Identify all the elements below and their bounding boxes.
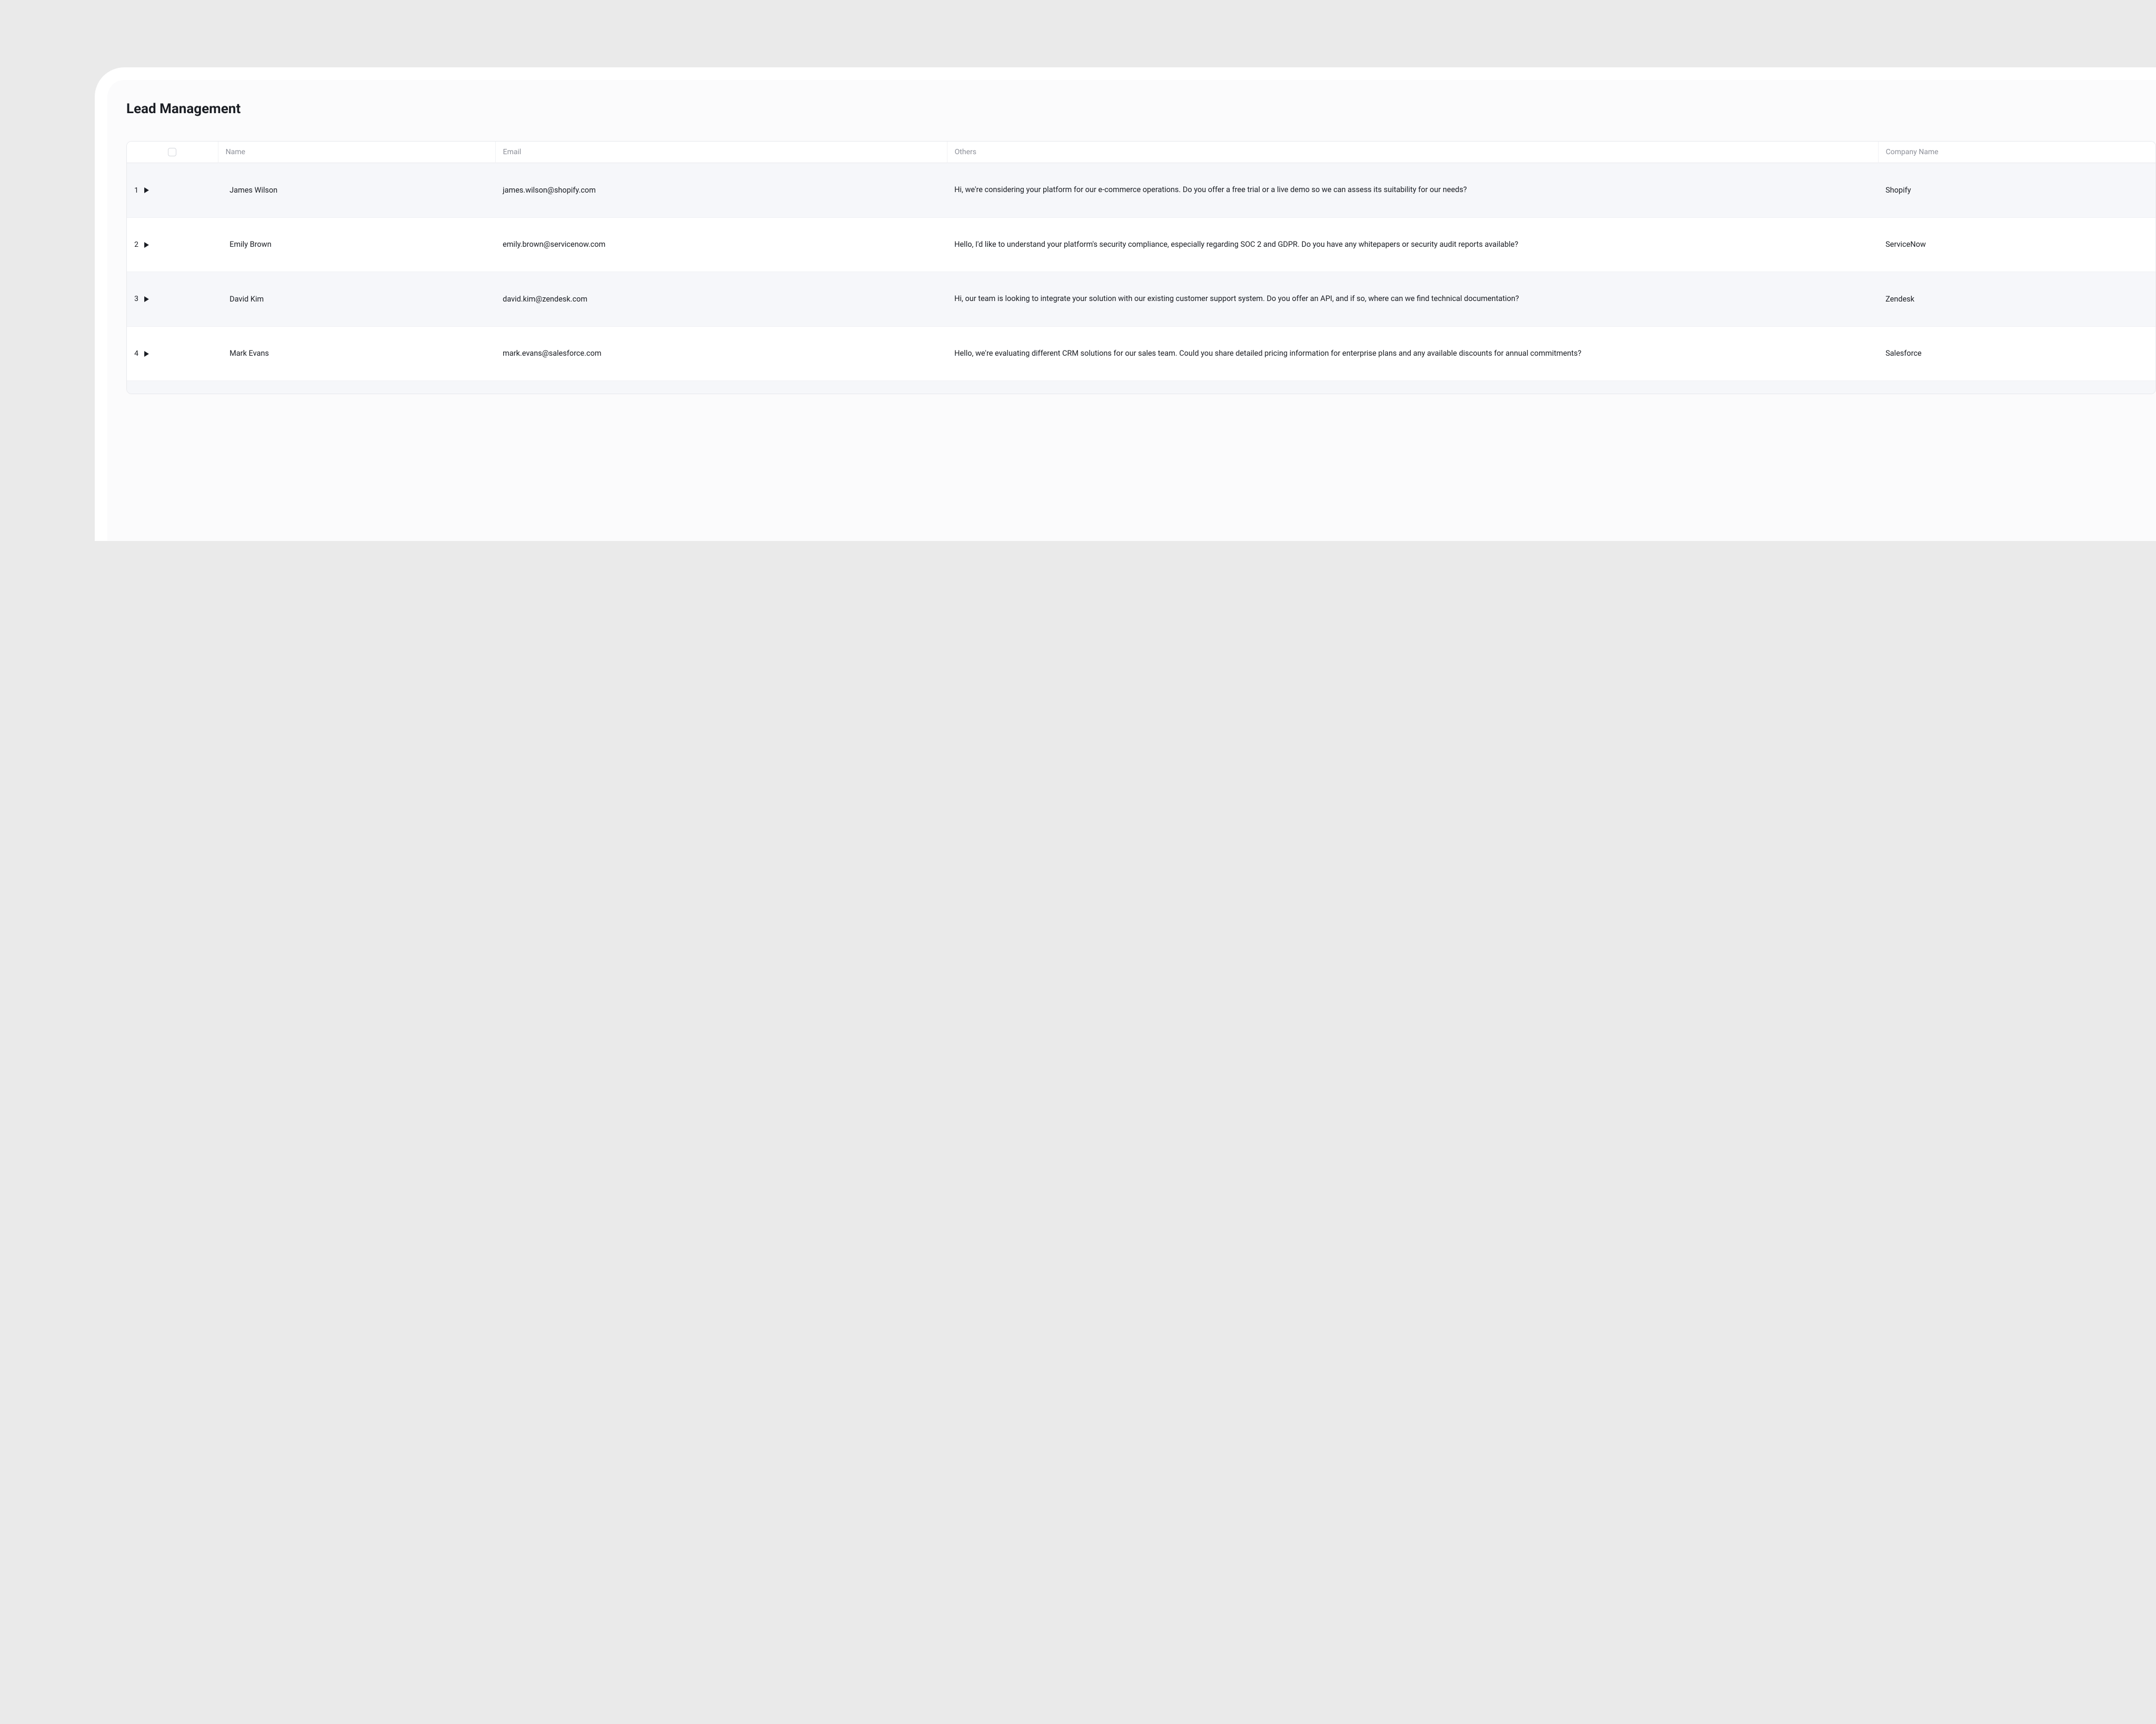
header-email[interactable]: Email — [495, 142, 947, 163]
cell-company: ServiceNow — [1878, 217, 2155, 272]
expand-row-icon[interactable] — [144, 296, 149, 302]
cell-others: Hi, we're considering your platform for … — [947, 163, 1878, 217]
header-name[interactable]: Name — [218, 142, 495, 163]
cell-others: Hello, we're evaluating different CRM so… — [947, 326, 1878, 380]
page-title: Lead Management — [126, 101, 2156, 117]
row-index: 1 — [133, 185, 139, 196]
header-checkbox-cell — [127, 142, 218, 163]
cell-email: emily.brown@servicenow.com — [495, 217, 947, 272]
table-row[interactable]: 2 Emily Brown emily.brown@servicenow.com… — [127, 217, 2155, 272]
row-index: 4 — [133, 348, 139, 359]
leads-table-wrapper: Name Email Others Company Name 1 — [126, 141, 2156, 394]
row-index: 2 — [133, 239, 139, 250]
row-expand-cell: 4 — [127, 326, 218, 380]
cell-email: mark.evans@salesforce.com — [495, 326, 947, 380]
cell-name: Mark Evans — [218, 326, 495, 380]
content-panel: Lead Management Name Email Others Compan… — [107, 80, 2156, 541]
cell-name: James Wilson — [218, 163, 495, 217]
expand-row-icon[interactable] — [144, 351, 149, 357]
row-expand-cell: 1 — [127, 163, 218, 217]
leads-table: Name Email Others Company Name 1 — [127, 142, 2155, 394]
cell-others: Hello, I'd like to understand your platf… — [947, 217, 1878, 272]
header-company[interactable]: Company Name — [1878, 142, 2155, 163]
expand-row-icon[interactable] — [144, 242, 149, 248]
select-all-checkbox[interactable] — [168, 148, 176, 156]
table-footer-strip — [127, 381, 2155, 394]
cell-company: Zendesk — [1878, 272, 2155, 326]
cell-company: Salesforce — [1878, 326, 2155, 380]
cell-name: David Kim — [218, 272, 495, 326]
header-others[interactable]: Others — [947, 142, 1878, 163]
cell-company: Shopify — [1878, 163, 2155, 217]
row-expand-cell: 2 — [127, 217, 218, 272]
expand-row-icon[interactable] — [144, 187, 149, 193]
table-header-row: Name Email Others Company Name — [127, 142, 2155, 163]
footer-strip-cell — [127, 381, 2155, 394]
table-row[interactable]: 1 James Wilson james.wilson@shopify.com … — [127, 163, 2155, 217]
cell-others: Hi, our team is looking to integrate you… — [947, 272, 1878, 326]
row-index: 3 — [133, 294, 139, 305]
table-row[interactable]: 3 David Kim david.kim@zendesk.com Hi, ou… — [127, 272, 2155, 326]
row-expand-cell: 3 — [127, 272, 218, 326]
cell-email: david.kim@zendesk.com — [495, 272, 947, 326]
cell-name: Emily Brown — [218, 217, 495, 272]
app-card: Lead Management Name Email Others Compan… — [95, 67, 2156, 541]
table-row[interactable]: 4 Mark Evans mark.evans@salesforce.com H… — [127, 326, 2155, 380]
cell-email: james.wilson@shopify.com — [495, 163, 947, 217]
